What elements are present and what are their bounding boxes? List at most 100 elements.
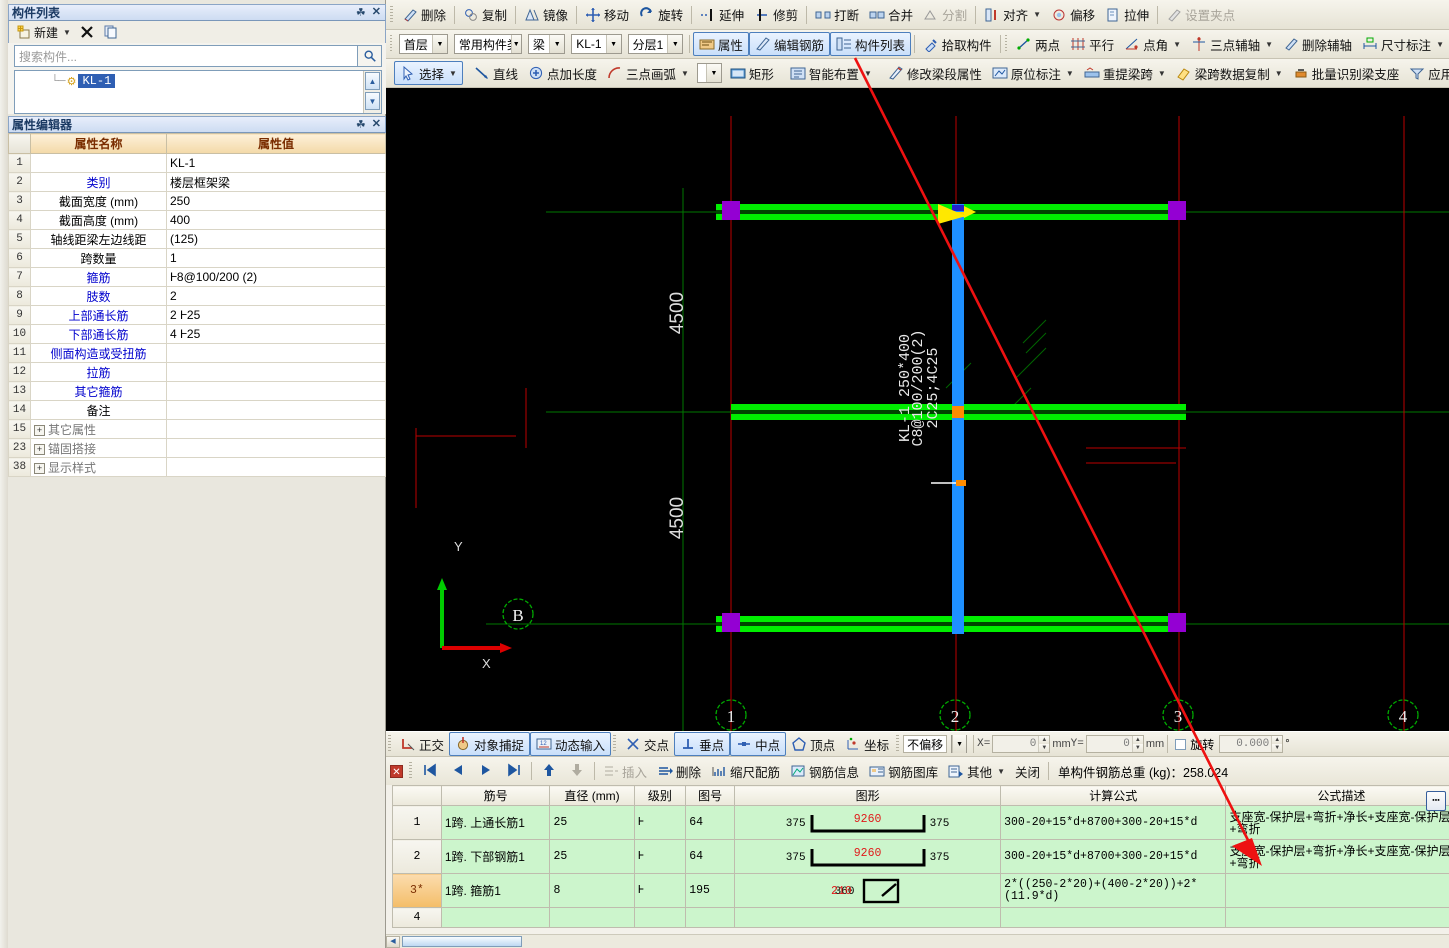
object-snap-button[interactable]: 对象捕捉 bbox=[449, 732, 531, 756]
property-row[interactable]: 6 跨数量 1 bbox=[8, 248, 386, 268]
rebar-cell-dia[interactable]: 25 bbox=[549, 839, 635, 874]
chevron-down-icon[interactable]: ▼ bbox=[549, 35, 565, 53]
copy-button[interactable] bbox=[103, 24, 119, 40]
expand-icon[interactable]: + bbox=[34, 424, 45, 436]
scale-rebar-button[interactable]: 缩尺配筋 bbox=[706, 759, 785, 783]
rebar-cell-desc[interactable] bbox=[1225, 907, 1449, 928]
delete-aux-axis-button[interactable]: 删除辅轴 bbox=[1278, 32, 1357, 56]
rebar-table-row[interactable]: 2 1跨. 下部钢筋1 25 Ⱶ 64 375 375 9260 300-20+15*d+870… bbox=[392, 839, 1449, 874]
rebar-table-row[interactable]: 4 bbox=[392, 907, 1449, 928]
first-button[interactable] bbox=[416, 762, 444, 781]
rebar-lib-button[interactable]: 钢筋图库 bbox=[864, 759, 943, 783]
rebar-cell-formula[interactable]: 300-20+15*d+8700+300-20+15*d bbox=[1000, 805, 1227, 840]
vertex-button[interactable]: 顶点 bbox=[786, 732, 840, 756]
chevron-down-icon[interactable]: ▼ bbox=[1265, 40, 1273, 49]
rotate-button[interactable]: 旋转 bbox=[634, 3, 688, 27]
rebar-col-header-dia[interactable]: 直径 (mm) bbox=[549, 785, 635, 806]
chevron-down-icon[interactable]: ▼ bbox=[1275, 69, 1283, 78]
rebar-cell-desc[interactable]: 支座宽-保护层+弯折+净长+支座宽-保护层+弯折 bbox=[1225, 805, 1449, 840]
rebar-cell-bar_no[interactable]: 1跨. 下部钢筋1 bbox=[440, 839, 551, 874]
property-row[interactable]: 12 拉筋 bbox=[8, 362, 386, 382]
offset-button[interactable]: 偏移 bbox=[1046, 3, 1100, 27]
property-value-cell[interactable]: 2 Ⱶ25 bbox=[166, 305, 386, 325]
property-row[interactable]: 1 名称 KL-1 bbox=[8, 153, 386, 173]
rebar-cell-fig_no[interactable] bbox=[685, 907, 736, 928]
cad-canvas[interactable]: 4500 4500 2C25;4C25 C8@100/200(2) KL-1 2… bbox=[386, 88, 1449, 731]
expand-icon[interactable]: + bbox=[34, 462, 45, 474]
chevron-down-icon[interactable]: ▼ bbox=[1173, 40, 1181, 49]
apply-same-button[interactable]: 应用到同名梁 bbox=[1404, 61, 1449, 85]
scroll-left-icon[interactable]: ◀ bbox=[386, 935, 400, 948]
rebar-cell-figure[interactable]: 375 375 9260 bbox=[734, 805, 1002, 840]
property-value-cell[interactable] bbox=[166, 381, 386, 401]
property-row[interactable]: 23 + 锚固搭接 bbox=[8, 438, 386, 458]
delete-row-button[interactable]: 删除 bbox=[652, 759, 706, 783]
offset-mode-combo[interactable]: 不偏移 bbox=[903, 735, 948, 753]
close-panel-icon[interactable]: ✕ bbox=[390, 764, 403, 778]
property-value-cell[interactable]: 楼层框架梁 bbox=[166, 172, 386, 192]
pick-component-button[interactable]: 拾取构件 bbox=[918, 32, 997, 56]
rebar-cell-formula[interactable]: 300-20+15*d+8700+300-20+15*d bbox=[1000, 839, 1227, 874]
scroll-up-icon[interactable]: ▲ bbox=[365, 72, 380, 90]
select-button[interactable]: 选择 ▼ bbox=[394, 61, 463, 85]
two-point-button[interactable]: 两点 bbox=[1011, 32, 1065, 56]
midpoint-button[interactable]: 中点 bbox=[730, 732, 787, 756]
rebar-cell-fig_no[interactable]: 64 bbox=[685, 839, 736, 874]
edit-rebar-button[interactable]: 编辑钢筋 bbox=[748, 32, 830, 56]
perpendicular-button[interactable]: 垂点 bbox=[674, 732, 731, 756]
parallel-button[interactable]: 平行 bbox=[1065, 32, 1119, 56]
x-offset-stepper[interactable]: ▲ ▼ bbox=[1038, 736, 1050, 752]
rotate-input[interactable]: 0.000 ▲ ▼ bbox=[1219, 735, 1284, 753]
beam-vertical-kl1[interactable] bbox=[952, 204, 964, 634]
search-icon[interactable] bbox=[358, 45, 382, 67]
edit-beam-seg-button[interactable]: 修改梁段属性 bbox=[883, 61, 987, 85]
rebar-cell-bar_no[interactable]: 1跨. 上通长筋1 bbox=[440, 805, 551, 840]
property-value-cell[interactable] bbox=[166, 343, 386, 363]
rebar-col-header-figure[interactable]: 图形 bbox=[734, 785, 1002, 806]
y-offset-stepper[interactable]: ▲ ▼ bbox=[1131, 736, 1143, 752]
property-value-cell[interactable]: 250 bbox=[166, 191, 386, 211]
rotate-checkbox[interactable] bbox=[1175, 738, 1187, 750]
toolbar-grip[interactable] bbox=[390, 5, 393, 24]
rebar-cell-formula[interactable] bbox=[1000, 907, 1227, 928]
extend-button[interactable]: 延伸 bbox=[695, 3, 749, 27]
rebar-cell-bar_no[interactable] bbox=[440, 907, 551, 928]
stretch-button[interactable]: 拉伸 bbox=[1100, 3, 1154, 27]
toolbar-grip[interactable] bbox=[409, 762, 412, 780]
property-row[interactable]: 13 其它箍筋 bbox=[8, 381, 386, 401]
chevron-down-icon[interactable]: ▼ bbox=[952, 735, 967, 753]
rebar-horizontal-scrollbar[interactable]: ◀ bbox=[386, 934, 1449, 948]
rebar-cell-formula[interactable]: 2*((250-2*20)+(400-2*20))+2*(11.9*d) bbox=[1000, 873, 1227, 908]
property-value-cell[interactable]: 2 bbox=[166, 286, 386, 306]
rebar-cell-grade[interactable] bbox=[633, 907, 687, 928]
property-value-cell[interactable]: (125) bbox=[166, 229, 386, 249]
property-value-cell[interactable]: Ⱶ8@100/200 (2) bbox=[166, 267, 386, 287]
scroll-down-icon[interactable]: ▼ bbox=[365, 92, 380, 110]
property-row[interactable]: 9 上部通长筋 2 Ⱶ25 bbox=[8, 305, 386, 325]
chevron-down-icon[interactable]: ▼ bbox=[681, 69, 689, 78]
offset-mode-dropdown[interactable]: ▼ bbox=[951, 735, 968, 753]
intersection-button[interactable]: 交点 bbox=[620, 732, 674, 756]
rebar-cell-figure[interactable] bbox=[734, 907, 1002, 928]
chevron-down-icon[interactable]: ▼ bbox=[605, 35, 621, 53]
chevron-down-icon[interactable]: ▼ bbox=[705, 64, 721, 82]
point-angle-button[interactable]: 点角 ▼ bbox=[1119, 32, 1186, 56]
property-value-cell[interactable] bbox=[166, 457, 386, 477]
component-type-combo[interactable]: 常用构件类型▼ bbox=[453, 34, 522, 54]
break-button[interactable]: 打断 bbox=[810, 3, 864, 27]
rebar-col-header-idx[interactable] bbox=[392, 785, 442, 806]
ortho-button[interactable]: 正交 bbox=[395, 732, 449, 756]
re-extract-button[interactable]: 重提梁跨 ▼ bbox=[1079, 61, 1171, 85]
rebar-info-button[interactable]: 钢筋信息 bbox=[785, 759, 864, 783]
property-row[interactable]: 4 截面高度 (mm) 400 bbox=[8, 210, 386, 230]
prev-button[interactable] bbox=[444, 762, 472, 781]
rebar-cell-bar_no[interactable]: 1跨. 箍筋1 bbox=[440, 873, 551, 908]
chevron-down-icon[interactable]: ▼ bbox=[63, 28, 71, 37]
toolbar-grip[interactable] bbox=[390, 35, 392, 53]
property-row[interactable]: 3 截面宽度 (mm) 250 bbox=[8, 191, 386, 211]
category-combo[interactable]: 梁 ▼ bbox=[527, 34, 566, 54]
in-situ-label-button[interactable]: 原位标注 ▼ bbox=[987, 61, 1079, 85]
property-value-cell[interactable]: KL-1 bbox=[166, 153, 386, 173]
move-up-button[interactable] bbox=[535, 762, 563, 781]
property-row[interactable]: 11 侧面构造或受扭筋 bbox=[8, 343, 386, 363]
